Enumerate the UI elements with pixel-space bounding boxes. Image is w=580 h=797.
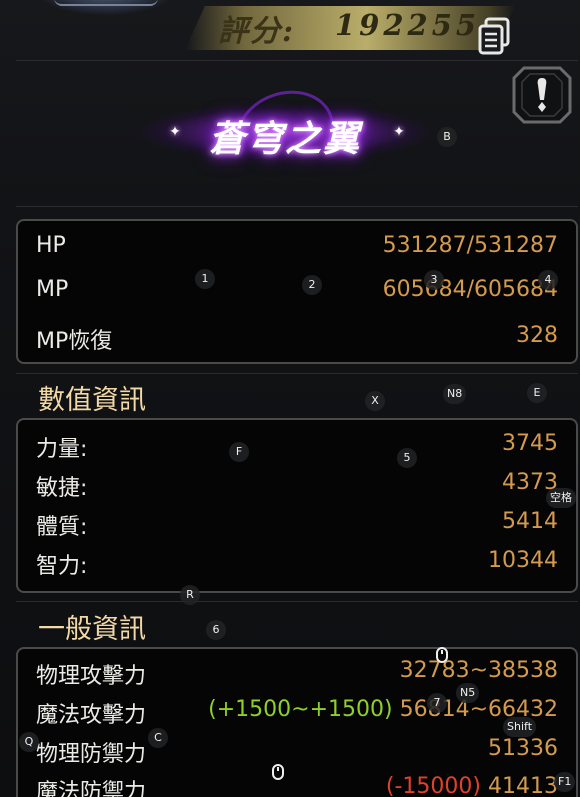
- divider: [16, 60, 578, 61]
- section-title-numeric: 數值資訊: [38, 385, 146, 416]
- copy-icon[interactable]: [478, 17, 512, 55]
- stat-row-constitution: 體質: 5414: [36, 509, 558, 545]
- stat-label: 敏捷:: [36, 476, 88, 501]
- key-hint-n8: N8: [443, 384, 467, 404]
- key-hint-shift: Shift: [503, 717, 537, 737]
- key-hint-n5: N5: [456, 683, 480, 703]
- stat-value: 51336: [488, 736, 558, 761]
- stat-row-mp-regen: MP恢復 328: [36, 323, 558, 359]
- stat-label: 體質:: [36, 515, 88, 540]
- stat-value: 531287/531287: [382, 233, 558, 258]
- stat-row-mp: MP 605684/605684: [36, 277, 558, 313]
- stat-value: 10344: [488, 548, 558, 573]
- stat-label: MP恢復: [36, 329, 113, 354]
- stat-row-strength: 力量: 3745: [36, 431, 558, 467]
- bonus-value: (-15000): [385, 774, 481, 797]
- key-hint-5: 5: [397, 448, 417, 468]
- mouse-icon: [272, 764, 284, 780]
- key-hint-2: 2: [302, 275, 322, 295]
- stat-value: (+1500~+1500) 56814~66432: [208, 697, 558, 722]
- stat-label: 魔法防禦力: [36, 780, 147, 797]
- exclamation-info-icon[interactable]: [510, 64, 574, 126]
- numeric-info-panel: 力量: 3745 敏捷: 4373 體質: 5414 智力: 10344: [16, 418, 578, 593]
- stat-row-hp: HP 531287/531287: [36, 233, 558, 269]
- stat-row-agility: 敏捷: 4373: [36, 470, 558, 506]
- stat-value: 3745: [502, 431, 558, 456]
- emblem-icon: [36, 0, 176, 16]
- general-info-panel: 物理攻擊力 32783~38538 魔法攻擊力 (+1500~+1500) 56…: [16, 647, 578, 797]
- stat-label: 魔法攻擊力: [36, 703, 147, 728]
- stat-label: MP: [36, 277, 69, 302]
- stat-value: 32783~38538: [399, 658, 558, 683]
- key-hint-c: C: [148, 728, 168, 748]
- stat-label: 智力:: [36, 554, 88, 579]
- stat-value: (-15000) 41413: [385, 774, 558, 797]
- header: 評分: 192255: [0, 0, 580, 60]
- stat-label: 力量:: [36, 437, 88, 462]
- section-title-general: 一般資訊: [38, 614, 146, 645]
- key-hint-x: X: [365, 391, 385, 411]
- bonus-value: (+1500~+1500): [208, 697, 393, 722]
- score-label: 評分:: [218, 14, 296, 49]
- stat-row-physical-defense: 物理防禦力 51336: [36, 736, 558, 772]
- score-value: 192255: [335, 8, 481, 42]
- stat-row-physical-attack: 物理攻擊力 32783~38538: [36, 658, 558, 694]
- stat-label: HP: [36, 233, 66, 258]
- stat-label: 物理攻擊力: [36, 664, 147, 689]
- stat-value: 605684/605684: [382, 277, 558, 302]
- key-hint-4: 4: [538, 270, 558, 290]
- divider: [16, 373, 578, 374]
- key-hint-1: 1: [195, 269, 215, 289]
- key-hint-r: R: [180, 585, 200, 605]
- base-stats-panel: HP 531287/531287 MP 605684/605684 MP恢復 3…: [16, 219, 578, 364]
- key-hint-q: Q: [19, 732, 39, 752]
- key-hint-e: E: [527, 383, 547, 403]
- key-hint-3: 3: [424, 270, 444, 290]
- title-emblem: ✦ ✦ 蒼穹之翼: [140, 77, 430, 187]
- stat-value: 5414: [502, 509, 558, 534]
- title-text: 蒼穹之翼: [208, 118, 361, 160]
- stat-row-magic-attack: 魔法攻擊力 (+1500~+1500) 56814~66432: [36, 697, 558, 733]
- divider: [16, 601, 578, 602]
- key-hint-b: B: [437, 127, 457, 147]
- stat-value: 328: [516, 323, 558, 348]
- key-hint-f1: F1: [554, 772, 576, 792]
- key-hint-7: 7: [427, 693, 447, 713]
- character-stats-panel: 評分: 192255 ✦ ✦ 蒼穹之翼 HP 531287/531287 MP …: [0, 0, 580, 797]
- stat-row-magic-defense: 魔法防禦力 (-15000) 41413: [36, 774, 558, 797]
- key-hint-f: F: [229, 442, 249, 462]
- divider: [16, 206, 578, 207]
- key-hint-6: 6: [206, 620, 226, 640]
- mouse-icon: [436, 647, 448, 663]
- key-hint-space: 空格: [546, 488, 576, 508]
- stat-label: 物理防禦力: [36, 742, 147, 767]
- stat-row-intelligence: 智力: 10344: [36, 548, 558, 584]
